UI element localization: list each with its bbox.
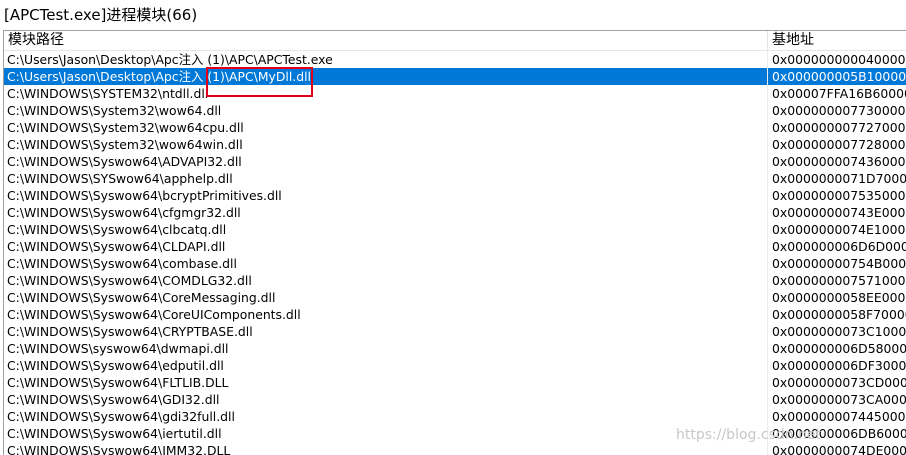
base-address-cell: 0x000000006D6D0000 — [772, 239, 906, 254]
table-row[interactable]: C:\WINDOWS\Syswow64\combase.dll 0x0000000… — [4, 255, 906, 272]
module-path-cell: C:\WINDOWS\Syswow64\combase.dll — [4, 255, 768, 272]
watermark-text: https://blog.csdn.net — [676, 427, 822, 443]
table-row[interactable]: C:\WINDOWS\Syswow64\IMM32.DLL 0x000000007… — [4, 442, 906, 455]
base-address-cell: 0x0000000058EE0000 — [772, 290, 906, 305]
table-row[interactable]: C:\WINDOWS\Syswow64\COMDLG32.dll 0x000000… — [4, 272, 906, 289]
base-address-cell: 0x0000000074E10000 — [772, 222, 906, 237]
table-row[interactable]: C:\WINDOWS\Syswow64\GDI32.dll 0x000000007… — [4, 391, 906, 408]
base-address-cell: 0x000000005B10000 — [772, 69, 906, 84]
base-address-cell: 0x0000000000400000 — [772, 52, 906, 67]
module-path-cell: C:\WINDOWS\syswow64\dwmapi.dll — [4, 340, 768, 357]
table-row[interactable]: C:\WINDOWS\Syswow64\edputil.dll 0x0000000… — [4, 357, 906, 374]
module-path-cell: C:\WINDOWS\System32\wow64cpu.dll — [4, 119, 768, 136]
table-row[interactable]: C:\Users\Jason\Desktop\Apc注入 (1)\APC\APC… — [4, 51, 906, 68]
module-path-cell: C:\WINDOWS\Syswow64\CoreUIComponents.dll — [4, 306, 768, 323]
column-header-module-path[interactable]: 模块路径 — [4, 31, 768, 50]
window-title: [APCTest.exe]进程模块(66) — [4, 6, 198, 24]
base-address-cell: 0x000000006DF30000 — [772, 358, 906, 373]
table-row[interactable]: C:\WINDOWS\Syswow64\CoreUIComponents.dll… — [4, 306, 906, 323]
base-address-cell: 0x0000000077300000 — [772, 103, 906, 118]
module-path-cell: C:\WINDOWS\Syswow64\GDI32.dll — [4, 391, 768, 408]
table-row[interactable]: C:\WINDOWS\System32\wow64cpu.dll 0x000000… — [4, 119, 906, 136]
table-row[interactable]: C:\WINDOWS\Syswow64\clbcatq.dll 0x0000000… — [4, 221, 906, 238]
table-row[interactable]: C:\WINDOWS\Syswow64\ADVAPI32.dll 0x000000… — [4, 153, 906, 170]
module-path-cell: C:\WINDOWS\SYSTEM32\ntdll.dll — [4, 85, 768, 102]
base-address-cell: 0x0000000074360000 — [772, 154, 906, 169]
table-row[interactable]: C:\WINDOWS\Syswow64\cfgmgr32.dll 0x000000… — [4, 204, 906, 221]
module-path-cell: C:\WINDOWS\System32\wow64win.dll — [4, 136, 768, 153]
base-address-cell: 0x0000000075710000 — [772, 273, 906, 288]
base-address-cell: 0x0000000074450000 — [772, 409, 906, 424]
table-row[interactable]: C:\WINDOWS\System32\wow64.dll 0x000000007… — [4, 102, 906, 119]
module-path-cell: C:\WINDOWS\Syswow64\ADVAPI32.dll — [4, 153, 768, 170]
module-path-cell: C:\WINDOWS\Syswow64\iertutil.dll — [4, 425, 768, 442]
table-row[interactable]: C:\WINDOWS\SYSwow64\apphelp.dll 0x0000000… — [4, 170, 906, 187]
module-path-cell: C:\WINDOWS\Syswow64\FLTLIB.DLL — [4, 374, 768, 391]
module-path-cell: C:\Users\Jason\Desktop\Apc注入 (1)\APC\APC… — [4, 51, 768, 68]
module-path-cell: C:\WINDOWS\Syswow64\edputil.dll — [4, 357, 768, 374]
base-address-cell: 0x0000000077280000 — [772, 137, 906, 152]
table-row-selected[interactable]: C:\Users\Jason\Desktop\Apc注入 (1)\APC\MyD… — [4, 68, 906, 85]
module-path-cell: C:\Users\Jason\Desktop\Apc注入 (1)\APC\MyD… — [4, 68, 768, 85]
module-path-cell: C:\WINDOWS\Syswow64\bcryptPrimitives.dll — [4, 187, 768, 204]
base-address-cell: 0x0000000073CA0000 — [772, 392, 906, 407]
base-address-cell: 0x0000000073C10000 — [772, 324, 906, 339]
table-row[interactable]: C:\WINDOWS\System32\wow64win.dll 0x000000… — [4, 136, 906, 153]
table-row[interactable]: C:\WINDOWS\Syswow64\FLTLIB.DLL 0x00000000… — [4, 374, 906, 391]
module-path-cell: C:\WINDOWS\Syswow64\CRYPTBASE.dll — [4, 323, 768, 340]
base-address-cell: 0x000000006D580000 — [772, 341, 906, 356]
column-header-base-address[interactable]: 基地址 — [768, 31, 906, 50]
base-address-cell: 0x0000000071D70000 — [772, 171, 906, 186]
base-address-cell: 0x0000000077270000 — [772, 120, 906, 135]
base-address-cell: 0x00007FFA16B60000 — [772, 86, 906, 101]
table-body: C:\Users\Jason\Desktop\Apc注入 (1)\APC\APC… — [4, 51, 906, 455]
module-path-cell: C:\WINDOWS\Syswow64\CLDAPI.dll — [4, 238, 768, 255]
module-path-cell: C:\WINDOWS\Syswow64\cfgmgr32.dll — [4, 204, 768, 221]
module-path-cell: C:\WINDOWS\Syswow64\clbcatq.dll — [4, 221, 768, 238]
module-path-cell: C:\WINDOWS\System32\wow64.dll — [4, 102, 768, 119]
module-table: 模块路径 基地址 C:\Users\Jason\Desktop\Apc注入 (1… — [3, 30, 906, 455]
module-path-cell: C:\WINDOWS\Syswow64\gdi32full.dll — [4, 408, 768, 425]
base-address-cell: 0x0000000073CD0000 — [772, 375, 906, 390]
table-header: 模块路径 基地址 — [4, 31, 906, 51]
table-row[interactable]: C:\WINDOWS\Syswow64\CRYPTBASE.dll 0x00000… — [4, 323, 906, 340]
base-address-cell: 0x0000000074DE0000 — [772, 443, 906, 455]
table-row[interactable]: C:\WINDOWS\syswow64\dwmapi.dll 0x00000000… — [4, 340, 906, 357]
base-address-cell: 0x00000000754B0000 — [772, 256, 906, 271]
base-address-cell: 0x0000000058F70000 — [772, 307, 906, 322]
module-path-cell: C:\WINDOWS\Syswow64\IMM32.DLL — [4, 442, 768, 455]
module-path-cell: C:\WINDOWS\Syswow64\COMDLG32.dll — [4, 272, 768, 289]
module-path-cell: C:\WINDOWS\SYSwow64\apphelp.dll — [4, 170, 768, 187]
base-address-cell: 0x0000000075350000 — [772, 188, 906, 203]
module-path-cell: C:\WINDOWS\Syswow64\CoreMessaging.dll — [4, 289, 768, 306]
table-row[interactable]: C:\WINDOWS\Syswow64\CLDAPI.dll 0x00000000… — [4, 238, 906, 255]
table-row[interactable]: C:\WINDOWS\Syswow64\gdi32full.dll 0x00000… — [4, 408, 906, 425]
base-address-cell: 0x00000000743E0000 — [772, 205, 906, 220]
table-row[interactable]: C:\WINDOWS\SYSTEM32\ntdll.dll 0x00007FFA1… — [4, 85, 906, 102]
table-row[interactable]: C:\WINDOWS\Syswow64\bcryptPrimitives.dll… — [4, 187, 906, 204]
table-row[interactable]: C:\WINDOWS\Syswow64\CoreMessaging.dll 0x0… — [4, 289, 906, 306]
